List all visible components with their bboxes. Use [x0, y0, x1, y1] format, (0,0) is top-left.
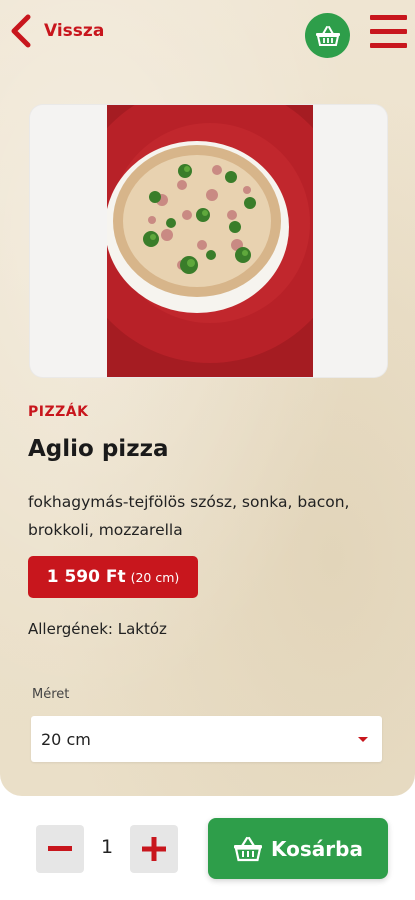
menu-button[interactable] — [370, 13, 407, 49]
product-title: Aglio pizza — [28, 436, 169, 462]
price-value: 1 590 Ft — [46, 567, 126, 587]
pizza-photo — [107, 105, 313, 377]
quantity-decrease-button[interactable] — [36, 825, 84, 873]
product-description: fokhagymás-tejfölös szósz, sonka, bacon,… — [28, 493, 350, 539]
product-image-card — [29, 104, 388, 378]
size-select[interactable]: 20 cm — [31, 716, 382, 762]
top-bar: Vissza — [0, 0, 415, 64]
basket-icon — [234, 836, 263, 861]
cart-button[interactable] — [305, 13, 350, 58]
add-to-cart-button[interactable]: Kosárba — [208, 818, 388, 879]
size-selected-value: 20 cm — [41, 729, 91, 749]
allergen-info: Allergének: Laktóz — [28, 620, 167, 638]
add-to-cart-label: Kosárba — [271, 836, 363, 861]
hamburger-menu-icon — [370, 29, 407, 34]
price-badge: 1 590 Ft (20 cm) — [28, 556, 198, 598]
quantity-increase-button[interactable] — [130, 825, 178, 873]
plus-icon — [142, 837, 166, 861]
basket-icon — [315, 25, 340, 46]
quantity-value: 1 — [100, 836, 114, 858]
hamburger-menu-icon — [370, 15, 407, 20]
back-label: Vissza — [44, 21, 105, 41]
chevron-left-icon — [11, 14, 31, 48]
hamburger-menu-icon — [370, 43, 407, 48]
caret-down-icon — [358, 737, 368, 742]
back-button[interactable]: Vissza — [8, 14, 104, 48]
size-label: Méret — [32, 687, 70, 702]
product-category: PIZZÁK — [28, 404, 89, 420]
minus-icon — [48, 846, 72, 851]
price-size: (20 cm) — [130, 569, 180, 585]
